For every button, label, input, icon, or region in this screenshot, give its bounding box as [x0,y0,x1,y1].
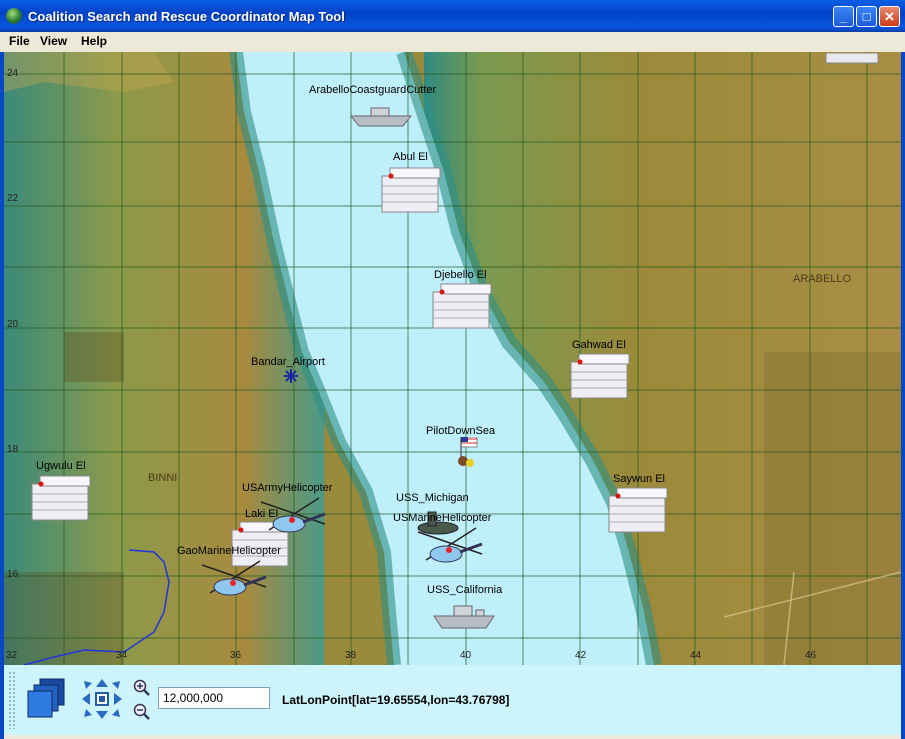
map-canvas[interactable]: 24 22 20 18 16 32 34 36 38 40 42 44 46 A… [4,52,901,665]
lat-label-16: 16 [7,569,19,580]
ship-icon-california[interactable] [432,600,496,635]
label-army-heli: USArmyHelicopter [242,482,333,494]
helicopter-icon-army[interactable] [259,494,329,543]
label-gahwad: Gahwad El [572,339,626,351]
downed-pilot-icon[interactable] [453,436,481,476]
ship-icon-cutter[interactable] [349,102,413,133]
maximize-button[interactable]: □ [856,6,877,27]
lat-label-22: 22 [7,193,19,204]
label-airport: Bandar_Airport [251,356,325,368]
building-icon[interactable] [822,52,882,70]
zoom-out-icon[interactable] [133,703,151,726]
menu-bar: File View Help [0,32,905,52]
pan-arrows-icon[interactable] [82,679,122,724]
lon-label-44: 44 [690,650,702,661]
menu-view[interactable]: View [40,34,67,48]
airport-icon[interactable] [283,368,299,389]
region-arabello: ARABELLO [793,273,852,285]
menu-file[interactable]: File [9,34,30,48]
building-icon-djebello[interactable] [431,282,495,337]
lon-label-38: 38 [345,650,357,661]
building-icon-abul[interactable] [380,166,444,221]
label-california: USS_California [427,584,503,596]
lon-label-36: 36 [230,650,242,661]
title-bar: Coalition Search and Rescue Coordinator … [0,0,905,32]
label-abul: Abul El [393,151,428,163]
helicopter-icon-marine[interactable] [416,524,486,573]
label-saywun: Saywun El [613,473,665,485]
lat-label-20: 20 [7,319,19,330]
building-icon-ugwulu[interactable] [30,474,94,529]
latlon-readout: LatLonPoint[lat=19.65554,lon=43.76798] [282,693,510,707]
window-title: Coalition Search and Rescue Coordinator … [28,9,345,24]
label-marine-heli: USMarineHelicopter [393,512,492,524]
window-border-right [901,32,905,739]
lon-label-40: 40 [460,650,472,661]
app-globe-icon [6,8,22,24]
label-pilot: PilotDownSea [426,425,496,437]
bottom-toolbar: LatLonPoint[lat=19.65554,lon=43.76798] [4,665,901,735]
close-button[interactable]: ✕ [879,6,900,27]
minimize-button[interactable]: _ [833,6,854,27]
lon-label-32: 32 [6,650,18,661]
zoom-in-icon[interactable] [133,679,151,702]
map-background [4,52,901,665]
region-binni: BINNI [148,472,178,484]
label-ugwulu: Ugwulu El [36,460,86,472]
menu-help[interactable]: Help [81,34,107,48]
layers-icon[interactable] [26,677,68,726]
lat-label-24: 24 [7,68,19,79]
lat-label-18: 18 [7,444,19,455]
helicopter-icon-gao[interactable] [200,557,270,606]
lon-label-34: 34 [116,650,128,661]
label-cutter: ArabelloCoastguardCutter [309,84,437,96]
scale-input[interactable] [158,687,270,709]
lon-label-46: 46 [805,650,817,661]
label-djebello: Djebello El [434,269,487,281]
building-icon-saywun[interactable] [607,486,671,541]
toolbar-grip[interactable] [8,671,16,729]
building-icon-gahwad[interactable] [569,352,633,407]
lon-label-42: 42 [575,650,587,661]
label-gao-heli: GaoMarineHelicopter [177,545,281,557]
